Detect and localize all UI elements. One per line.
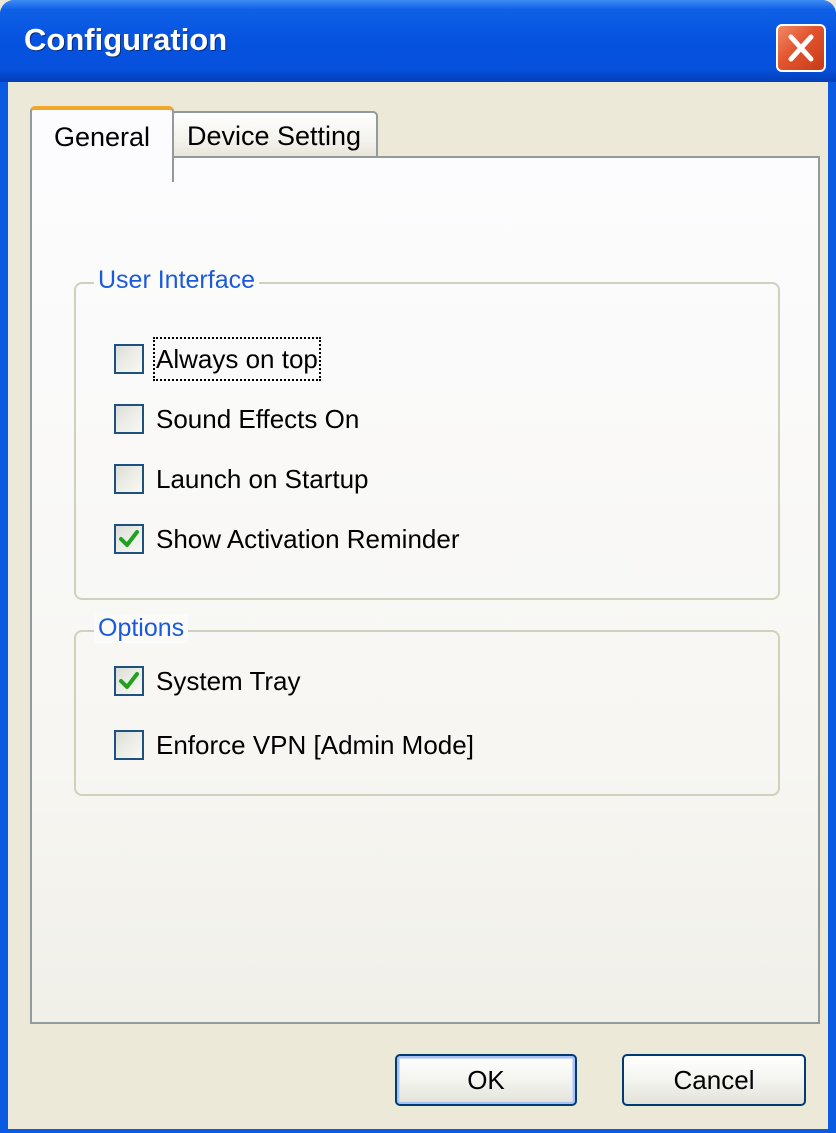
ok-button[interactable]: OK: [395, 1054, 577, 1106]
tab-device-setting-label: Device Setting: [186, 121, 362, 151]
tab-device-setting[interactable]: Device Setting: [170, 111, 378, 159]
system-tray-label: System Tray: [156, 666, 301, 696]
always-on-top-label: Always on top: [153, 337, 321, 381]
checkmark-icon: [119, 530, 139, 547]
sound-effects-label: Sound Effects On: [156, 404, 360, 434]
user-interface-group: User Interface Always on top Sound Effec…: [74, 266, 780, 600]
tab-general[interactable]: General: [30, 106, 174, 182]
checkbox-box[interactable]: [114, 666, 144, 696]
checkbox-box[interactable]: [114, 344, 144, 374]
configuration-window: Configuration General Device Setting Use…: [0, 0, 836, 1133]
enforce-vpn-label: Enforce VPN [Admin Mode]: [156, 730, 474, 760]
tab-panel-general: User Interface Always on top Sound Effec…: [30, 156, 820, 1024]
launch-on-startup-label: Launch on Startup: [156, 464, 369, 494]
checkbox-box[interactable]: [114, 404, 144, 434]
user-interface-legend: User Interface: [94, 266, 260, 295]
options-legend: Options: [94, 614, 189, 643]
tab-general-label: General: [53, 122, 151, 152]
checkmark-icon: [119, 672, 139, 689]
window-title: Configuration: [24, 22, 228, 57]
options-group: Options System Tray Enforce VPN [Admin M…: [74, 614, 780, 796]
close-button[interactable]: [776, 24, 826, 72]
close-icon: [788, 34, 814, 62]
title-bar[interactable]: Configuration: [0, 0, 836, 82]
cancel-button[interactable]: Cancel: [622, 1054, 806, 1106]
show-activation-reminder-label: Show Activation Reminder: [156, 524, 460, 554]
checkbox-box[interactable]: [114, 524, 144, 554]
checkbox-box[interactable]: [114, 464, 144, 494]
checkbox-box[interactable]: [114, 730, 144, 760]
dialog-body: General Device Setting User Interface Al…: [8, 82, 828, 1129]
